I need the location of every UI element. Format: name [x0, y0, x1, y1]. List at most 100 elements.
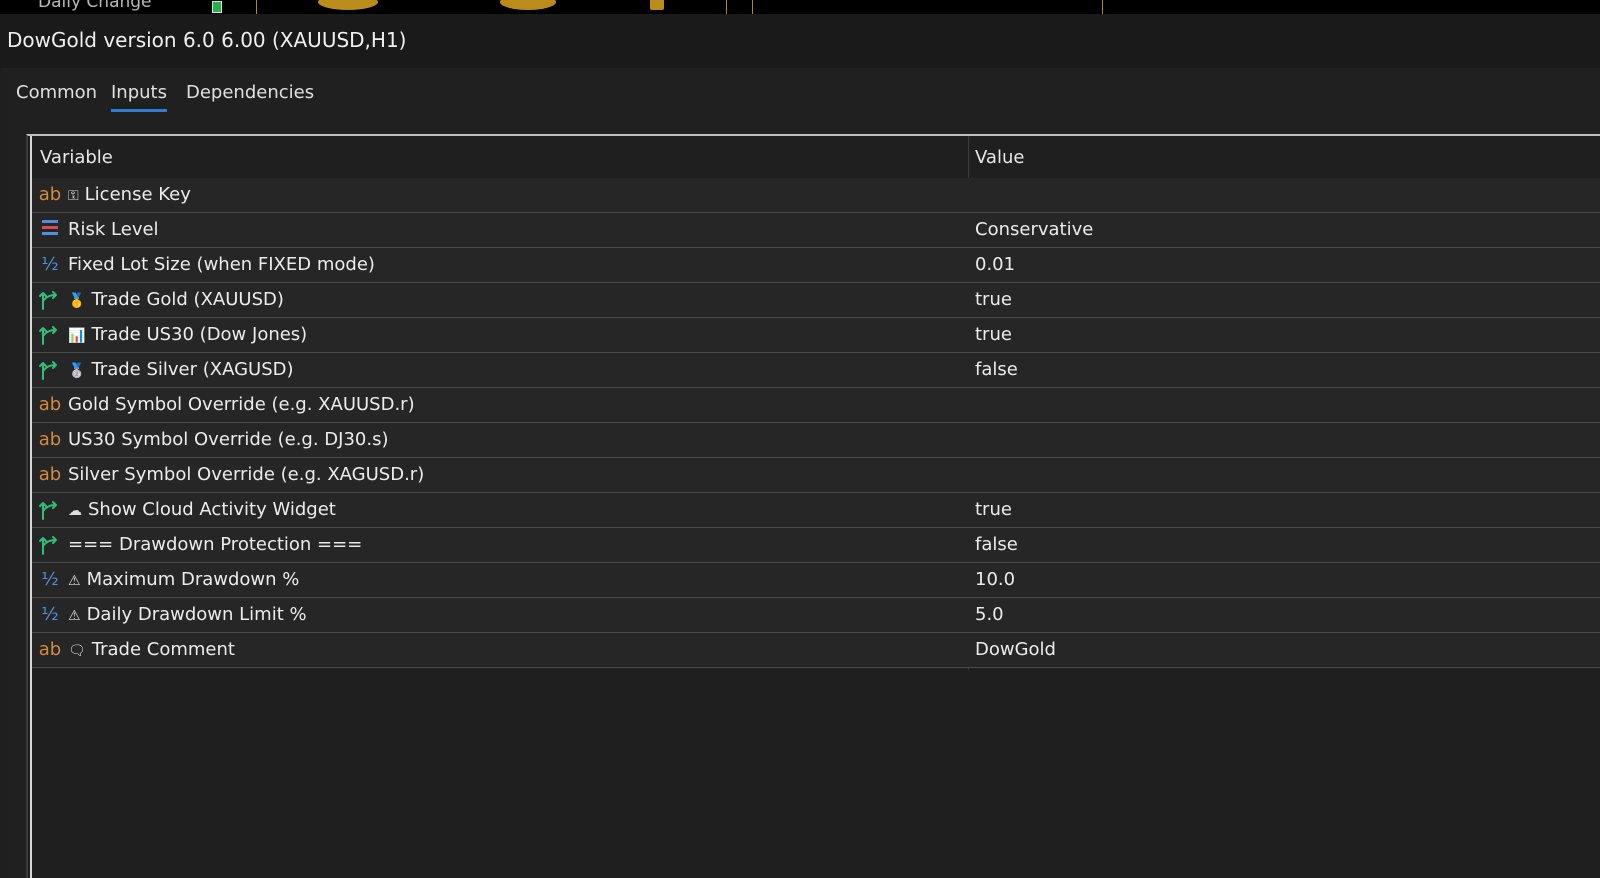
value-text: DowGold [975, 639, 1056, 660]
variable-label: License Key [84, 184, 191, 205]
value-text: true [975, 289, 1012, 310]
value-cell[interactable]: 0.01 [968, 248, 1600, 282]
value-text: true [975, 499, 1012, 520]
table-row[interactable]: 📊 Trade US30 (Dow Jones) true [32, 318, 1600, 353]
value-cell[interactable]: Conservative [968, 213, 1600, 247]
value-text: true [975, 324, 1012, 345]
enum-type-icon [38, 217, 62, 243]
value-cell[interactable]: DowGold [968, 633, 1600, 667]
number-type-icon: ½ [41, 254, 59, 275]
table-row[interactable]: ab US30 Symbol Override (e.g. DJ30.s) [32, 423, 1600, 458]
value-cell[interactable]: true [968, 318, 1600, 352]
variable-name: US30 Symbol Override (e.g. DJ30.s) [68, 429, 388, 450]
variable-label: Gold Symbol Override (e.g. XAUUSD.r) [68, 394, 415, 415]
dialog-titlebar[interactable]: DowGold version 6.0 6.00 (XAUUSD,H1) [0, 14, 1600, 68]
variable-name: === Drawdown Protection === [68, 534, 362, 555]
background-gold-shape [650, 0, 664, 10]
chart-icon: 📊 [68, 328, 86, 344]
variable-name: 🥇 Trade Gold (XAUUSD) [68, 289, 284, 310]
inputs-grid-body: Variable Value ab ⚿ License Key Risk Level C… [30, 136, 1600, 878]
variable-label: === Drawdown Protection === [68, 534, 363, 555]
tab-inputs[interactable]: Inputs [111, 82, 167, 112]
value-text: 0.01 [975, 254, 1016, 275]
column-header-value[interactable]: Value [975, 147, 1024, 168]
value-cell[interactable]: 10.0 [968, 563, 1600, 597]
variable-label: Trade Gold (XAUUSD) [91, 289, 284, 310]
medal-icon: 🥇 [68, 293, 86, 309]
value-text: false [975, 359, 1018, 380]
table-row[interactable]: ab Gold Symbol Override (e.g. XAUUSD.r) [32, 388, 1600, 423]
boolean-type-icon [38, 532, 62, 558]
variable-label: Show Cloud Activity Widget [88, 499, 336, 520]
background-line [752, 0, 753, 14]
variable-label: US30 Symbol Override (e.g. DJ30.s) [68, 429, 389, 450]
value-cell[interactable] [968, 388, 1600, 422]
variable-label: Maximum Drawdown % [86, 569, 300, 590]
string-type-icon: ab [38, 639, 62, 660]
variable-name: ⚿ License Key [68, 184, 191, 205]
boolean-type-icon [38, 497, 62, 523]
inputs-grid: Variable Value ab ⚿ License Key Risk Level C… [26, 134, 1600, 878]
background-gold-shape [500, 0, 556, 10]
variable-name: 🗨 Trade Comment [68, 639, 235, 660]
variable-name: ☁ Show Cloud Activity Widget [68, 499, 336, 520]
background-line [256, 0, 257, 14]
table-row[interactable]: ab Silver Symbol Override (e.g. XAGUSD.r) [32, 458, 1600, 493]
table-row[interactable]: ☁ Show Cloud Activity Widget true [32, 493, 1600, 528]
background-indicator [212, 1, 222, 13]
string-type-icon: ab [38, 429, 62, 450]
table-row[interactable]: 🥇 Trade Gold (XAUUSD) true [32, 283, 1600, 318]
tab-dependencies[interactable]: Dependencies [186, 82, 314, 109]
string-type-icon: ab [38, 394, 62, 415]
warning-icon: ⚠ [68, 573, 81, 589]
variable-label: Trade Comment [91, 639, 235, 660]
background-gold-shape [318, 0, 378, 10]
variable-name: Risk Level [68, 219, 159, 240]
variable-name: 🥈 Trade Silver (XAGUSD) [68, 359, 294, 380]
table-row[interactable]: === Drawdown Protection === false [32, 528, 1600, 563]
value-cell[interactable]: true [968, 493, 1600, 527]
value-text: 10.0 [975, 569, 1016, 590]
value-cell[interactable]: false [968, 528, 1600, 562]
variable-name: Silver Symbol Override (e.g. XAGUSD.r) [68, 464, 424, 485]
background-line [726, 0, 727, 14]
value-text: 5.0 [975, 604, 1004, 625]
table-row[interactable]: 🥈 Trade Silver (XAGUSD) false [32, 353, 1600, 388]
table-row[interactable]: ½ ⚠ Maximum Drawdown % 10.0 [32, 563, 1600, 598]
value-cell[interactable] [968, 423, 1600, 457]
string-type-icon: ab [38, 184, 62, 205]
value-cell[interactable] [968, 178, 1600, 212]
variable-label: Risk Level [68, 219, 159, 240]
table-row[interactable]: Risk Level Conservative [32, 213, 1600, 248]
variable-name: Gold Symbol Override (e.g. XAUUSD.r) [68, 394, 415, 415]
variable-name: 📊 Trade US30 (Dow Jones) [68, 324, 307, 345]
table-row[interactable]: ½ ⚠ Daily Drawdown Limit % 5.0 [32, 598, 1600, 633]
value-cell[interactable]: false [968, 353, 1600, 387]
variable-name: ⚠ Daily Drawdown Limit % [68, 604, 307, 625]
comment-icon: 🗨 [68, 643, 86, 659]
number-type-icon: ½ [41, 604, 59, 625]
value-cell[interactable]: 5.0 [968, 598, 1600, 632]
value-text: Conservative [975, 219, 1094, 240]
key-icon: ⚿ [68, 188, 79, 204]
table-row[interactable]: ab ⚿ License Key [32, 178, 1600, 213]
value-cell[interactable] [968, 458, 1600, 492]
boolean-type-icon [38, 322, 62, 348]
dialog-title: DowGold version 6.0 6.00 (XAUUSD,H1) [7, 28, 407, 52]
background-label: Daily Change [38, 0, 152, 12]
string-type-icon: ab [38, 464, 62, 485]
medal-icon: 🥈 [68, 363, 86, 379]
variable-label: Silver Symbol Override (e.g. XAGUSD.r) [68, 464, 425, 485]
variable-label: Trade US30 (Dow Jones) [91, 324, 308, 345]
column-header-variable[interactable]: Variable [40, 147, 113, 168]
table-row[interactable]: ½ Fixed Lot Size (when FIXED mode) 0.01 [32, 248, 1600, 283]
tab-common[interactable]: Common [16, 82, 97, 109]
boolean-type-icon [38, 357, 62, 383]
background-chart-strip: Daily Change [0, 0, 1600, 14]
cloud-icon: ☁ [68, 503, 82, 519]
table-row[interactable]: ab 🗨 Trade Comment DowGold [32, 633, 1600, 668]
variable-label: Daily Drawdown Limit % [86, 604, 307, 625]
number-type-icon: ½ [41, 569, 59, 590]
value-cell[interactable]: true [968, 283, 1600, 317]
properties-dialog: Common Inputs Dependencies Variable Valu… [2, 68, 1600, 878]
